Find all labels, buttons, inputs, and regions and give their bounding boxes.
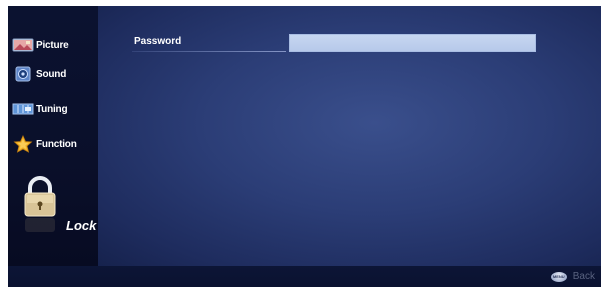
- sidebar-item-label: Picture: [36, 39, 69, 51]
- lock-settings-panel: Password: [98, 6, 601, 266]
- menu-button-icon: MENU: [550, 271, 567, 282]
- sidebar-item-picture[interactable]: Picture: [12, 34, 69, 56]
- sidebar-item-label: Lock: [66, 218, 97, 233]
- sidebar-item-tuning[interactable]: Tuning: [12, 98, 68, 120]
- sidebar-item-label: Tuning: [36, 103, 68, 115]
- sidebar-item-label: Function: [36, 138, 77, 150]
- password-input[interactable]: [289, 34, 536, 52]
- sidebar-item-sound[interactable]: Sound: [12, 63, 66, 85]
- back-label: Back: [572, 271, 595, 282]
- tuning-icon: [12, 101, 34, 117]
- password-row-divider: [132, 51, 286, 52]
- footer-bar: MENU Back: [8, 266, 601, 287]
- back-button[interactable]: MENU Back: [550, 271, 595, 282]
- tv-menu-screen: Picture Sound Tuning Function Lock Passw…: [8, 6, 601, 287]
- sound-icon: [12, 66, 34, 82]
- picture-icon: [12, 37, 34, 53]
- padlock-icon: [22, 176, 62, 241]
- sidebar-item-lock[interactable]: Lock: [22, 176, 98, 248]
- sidebar-menu: Picture Sound Tuning Function Lock: [8, 6, 98, 266]
- function-star-icon: [12, 135, 34, 153]
- sidebar-item-function[interactable]: Function: [12, 133, 77, 155]
- sidebar-item-label: Sound: [36, 68, 67, 80]
- menu-button-text: MENU: [552, 274, 565, 279]
- password-label: Password: [134, 36, 182, 47]
